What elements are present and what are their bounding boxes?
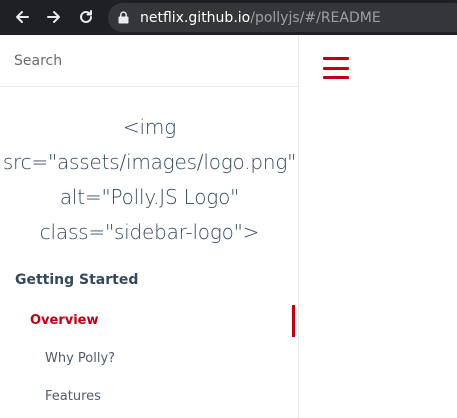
- main-content: [300, 35, 457, 418]
- forward-button[interactable]: [44, 7, 64, 27]
- arrow-left-icon: [16, 11, 29, 23]
- browser-toolbar: netflix.github.io/pollyjs/#/README: [0, 0, 457, 35]
- search-input[interactable]: [14, 45, 294, 76]
- section-title-getting-started: Getting Started: [15, 272, 139, 288]
- active-indicator: [292, 305, 295, 337]
- reload-button[interactable]: [76, 7, 96, 27]
- menu-bar: [323, 57, 349, 60]
- nav-item-why-polly[interactable]: Why Polly?: [45, 351, 115, 366]
- menu-bar: [323, 66, 349, 70]
- back-button[interactable]: [12, 7, 32, 27]
- menu-bar: [323, 76, 349, 79]
- url-host: netflix.github.io: [140, 9, 251, 26]
- hamburger-menu-icon[interactable]: [323, 57, 349, 79]
- reload-icon: [80, 10, 92, 23]
- nav-item-overview[interactable]: Overview: [30, 313, 99, 328]
- nav-item-features[interactable]: Features: [45, 389, 101, 404]
- url-path: /pollyjs/#/README: [250, 9, 381, 26]
- search-area: [0, 35, 299, 87]
- address-bar[interactable]: netflix.github.io/pollyjs/#/README: [108, 3, 457, 32]
- lock-icon: [118, 11, 129, 24]
- sidebar: <img src="assets/images/logo.png" alt="P…: [0, 35, 299, 418]
- sidebar-logo-alt-text: <img src="assets/images/logo.png" alt="P…: [2, 115, 297, 244]
- arrow-right-icon: [47, 11, 60, 23]
